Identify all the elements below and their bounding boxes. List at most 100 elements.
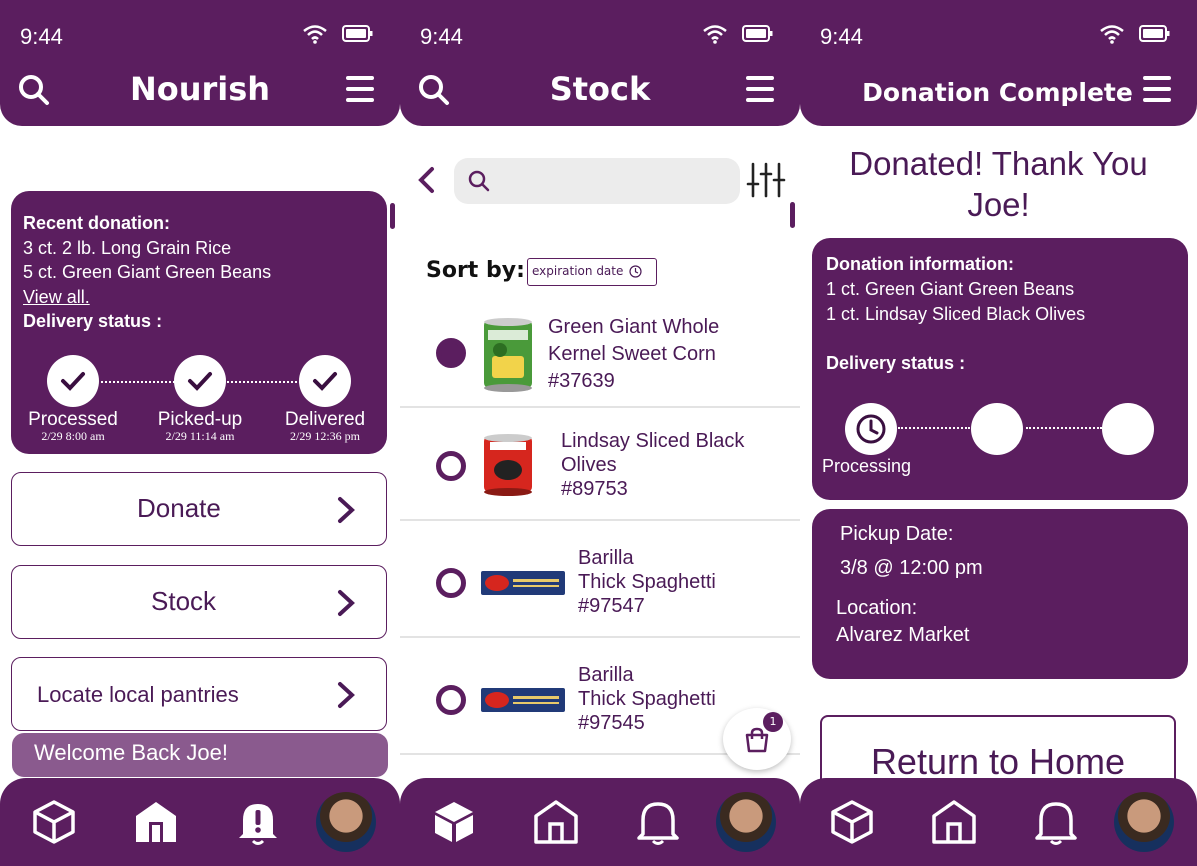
sort-dropdown[interactable]: expiration date — [527, 258, 657, 286]
item-radio[interactable] — [436, 685, 466, 715]
recent-item: 3 ct. 2 lb. Long Grain Rice — [23, 237, 232, 258]
nav-notifications[interactable] — [1030, 796, 1082, 848]
wifi-icon — [303, 25, 327, 44]
barilla-box-image — [481, 688, 565, 712]
item-name: Thick Spaghetti — [578, 688, 716, 710]
item-name: Barilla — [578, 547, 634, 569]
app-header: 9:44 Stock — [400, 0, 800, 126]
delivery-status-label: Delivery status : — [826, 353, 966, 373]
step-picked-up: Picked-up 2/29 11:14 am — [142, 355, 258, 444]
return-home-label: Return to Home — [870, 741, 1126, 782]
app-header: 9:44 Nourish — [0, 0, 400, 126]
nav-home[interactable] — [530, 796, 582, 848]
menu-icon[interactable] — [346, 74, 374, 104]
welcome-banner: Welcome Back Joe! — [12, 733, 388, 777]
step-date: 2/29 12:36 pm — [289, 429, 360, 443]
nav-stock[interactable] — [826, 796, 878, 848]
status-time: 9:44 — [420, 24, 463, 49]
search-input[interactable] — [454, 158, 740, 204]
view-all-link[interactable]: View all. — [23, 285, 375, 310]
item-radio[interactable] — [436, 338, 466, 368]
scrollbar[interactable] — [790, 202, 795, 228]
avatar[interactable] — [1114, 792, 1174, 852]
battery-icon — [742, 25, 773, 42]
recent-item: 5 ct. Green Giant Green Beans — [23, 262, 272, 282]
bottom-nav — [0, 778, 400, 866]
donation-item: 1 ct. Lindsay Sliced Black Olives — [826, 304, 1086, 324]
locate-label: Locate local pantries — [37, 682, 239, 707]
box-icon — [435, 802, 473, 842]
thank-you-message: Donated! Thank You Joe! — [800, 143, 1197, 225]
menu-icon[interactable] — [1143, 74, 1171, 104]
recent-donation-card: Recent donation: 3 ct. 2 lb. Long Grain … — [11, 191, 387, 454]
item-id: #37639 — [548, 370, 615, 392]
pickup-date-value: 3/8 @ 12:00 pm — [840, 557, 983, 579]
green-giant-can-image — [484, 318, 532, 392]
status-time: 9:44 — [820, 24, 863, 49]
chevron-right-icon — [338, 682, 355, 708]
nav-home[interactable] — [130, 796, 182, 848]
divider — [400, 406, 800, 408]
item-name: Olives — [561, 454, 617, 476]
pickup-card: Pickup Date: 3/8 @ 12:00 pm Location: Al… — [812, 509, 1188, 679]
recent-donation-heading: Recent donation: — [23, 213, 170, 233]
filter-icon[interactable] — [746, 162, 786, 198]
step-delivered: Delivered 2/29 12:36 pm — [267, 355, 383, 444]
nav-stock[interactable] — [428, 796, 480, 848]
divider — [400, 519, 800, 521]
check-icon — [313, 372, 337, 391]
step-label: Processing — [822, 456, 912, 476]
donate-button[interactable]: Donate — [11, 472, 387, 546]
nav-notifications[interactable] — [232, 796, 284, 848]
clock-icon — [629, 265, 642, 278]
home-icon — [136, 802, 176, 842]
battery-icon — [1139, 25, 1170, 42]
item-name: Kernel Sweet Corn — [548, 343, 716, 365]
step-date: 2/29 8:00 am — [41, 429, 105, 443]
donate-label: Donate — [137, 493, 221, 523]
locate-pantries-button[interactable]: Locate local pantries — [11, 657, 387, 731]
stock-screen: 9:44 Stock Sort by: expiration date Gree… — [400, 0, 800, 866]
item-radio[interactable] — [436, 451, 466, 481]
avatar[interactable] — [716, 792, 776, 852]
cart-button[interactable]: 1 — [723, 708, 791, 770]
bottom-nav — [400, 778, 800, 866]
menu-icon[interactable] — [746, 74, 774, 104]
step-date: 2/29 11:14 am — [165, 429, 235, 443]
location-value: Alvarez Market — [836, 624, 970, 646]
chevron-right-icon — [338, 497, 355, 523]
cart-icon — [745, 727, 769, 753]
item-id: #89753 — [561, 478, 628, 500]
nav-notifications[interactable] — [632, 796, 684, 848]
back-icon[interactable] — [416, 166, 438, 194]
app-header: 9:44 Donation Complete — [800, 0, 1197, 126]
page-title: Stock — [549, 70, 651, 108]
location-label: Location: — [836, 597, 918, 619]
step-pending — [971, 403, 1023, 455]
bell-icon — [1035, 802, 1077, 845]
sort-value: expiration date — [532, 264, 624, 278]
nav-stock[interactable] — [28, 796, 80, 848]
donation-item: 1 ct. Green Giant Green Beans — [826, 279, 1075, 299]
step-label: Processed — [28, 409, 118, 430]
home-icon — [534, 800, 578, 844]
wifi-icon — [1100, 25, 1124, 44]
step-pending — [1102, 403, 1154, 455]
item-radio[interactable] — [436, 568, 466, 598]
cart-count-badge: 1 — [763, 712, 783, 732]
step-label: Delivered — [284, 409, 366, 430]
barilla-box-image — [481, 571, 565, 595]
scrollbar[interactable] — [390, 203, 395, 229]
bottom-nav — [800, 778, 1197, 866]
nav-home[interactable] — [928, 796, 980, 848]
lindsay-olives-can-image — [484, 434, 532, 496]
avatar[interactable] — [316, 792, 376, 852]
item-name: Lindsay Sliced Black — [561, 430, 745, 452]
bell-alert-icon — [239, 804, 277, 845]
check-icon — [188, 372, 212, 391]
thank-you-line: Joe! — [967, 186, 1030, 223]
stock-button[interactable]: Stock — [11, 565, 387, 639]
page-title: Donation Complete — [862, 78, 1133, 107]
page-title: Nourish — [129, 70, 271, 108]
thank-you-line: Donated! Thank You — [849, 145, 1148, 182]
